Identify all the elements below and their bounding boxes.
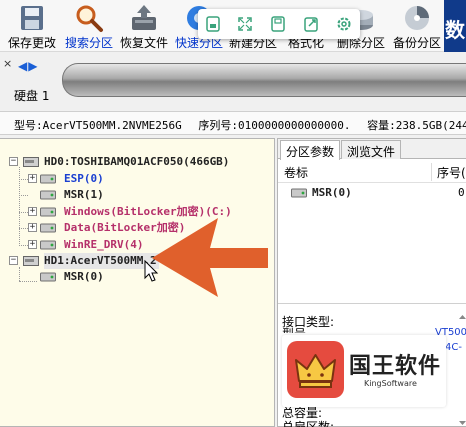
tree-partition-label: Data(BitLocker加密): [64, 221, 186, 234]
restore-files-label: 恢复文件: [119, 36, 168, 50]
crown-logo-icon: [287, 341, 344, 398]
picture-in-picture-icon[interactable]: [204, 15, 222, 33]
watermark-title: 国王软件: [349, 354, 442, 379]
search-partition-button[interactable]: 搜索分区: [60, 0, 118, 52]
tree-connector: [19, 245, 28, 246]
vertical-scrollbar[interactable]: [458, 315, 466, 425]
backup-partition-label: 备份分区: [392, 36, 441, 50]
panel-splitter[interactable]: [278, 303, 466, 304]
disk-tree-panel: − HD0:TOSHIBAMQ01ACF050(466GB) + ESP(0) …: [0, 138, 275, 427]
restore-files-button[interactable]: 恢复文件: [115, 0, 173, 52]
tree-disk-label: HD1:AcerVT500MM.2: [44, 253, 159, 269]
detail-tabs: 分区参数 浏览文件: [278, 139, 466, 160]
save-icon[interactable]: [269, 15, 287, 33]
partition-icon: [40, 207, 56, 217]
disk-model: 型号:AcerVT500MM.2NVME256G: [14, 119, 182, 132]
disk-capacity: 容量:238.5GB(244198M: [367, 119, 466, 132]
save-changes-label: 保存更改: [7, 36, 56, 50]
partition-index-cell: 0: [458, 186, 465, 199]
settings-icon[interactable]: [335, 15, 353, 33]
tab-partition-params[interactable]: 分区参数: [280, 140, 341, 160]
hard-disk-icon: [23, 256, 39, 266]
restore-icon: [132, 5, 156, 30]
brand-logo: 数: [444, 0, 466, 52]
model-label: 型号: [282, 325, 306, 333]
collapse-icon[interactable]: −: [9, 256, 18, 265]
save-changes-button[interactable]: 保存更改: [2, 0, 62, 52]
table-row[interactable]: MSR(0) 0: [278, 184, 466, 202]
disk-map-bar: × ◀▶ 硬盘 1: [0, 53, 466, 109]
column-volume-label[interactable]: 卷标: [284, 164, 308, 181]
partition-name-cell: MSR(0): [312, 186, 352, 199]
search-partition-label: 搜索分区: [64, 36, 113, 50]
share-icon[interactable]: [302, 15, 320, 33]
backup-icon: [405, 6, 429, 30]
column-index[interactable]: 序号(: [437, 164, 466, 181]
tree-connector: [19, 179, 28, 180]
partition-icon: [40, 240, 56, 250]
partition-icon: [291, 188, 307, 198]
partition-icon: [40, 174, 56, 184]
fullscreen-icon[interactable]: [236, 15, 254, 33]
tree-partition-label: ESP(0): [64, 172, 104, 185]
close-icon[interactable]: ×: [3, 57, 12, 70]
partition-icon: [40, 272, 56, 282]
partition-icon: [40, 190, 56, 200]
tree-connector: [19, 212, 28, 213]
partition-list-header: 卷标 序号(: [278, 161, 466, 183]
disk-nav-arrows[interactable]: ◀▶: [18, 59, 38, 73]
disk-info-line: 型号:AcerVT500MM.2NVME256G 序列号:01000000000…: [0, 111, 466, 135]
column-separator[interactable]: [431, 163, 432, 181]
hard-disk-icon: [23, 157, 39, 167]
tab-browse-files[interactable]: 浏览文件: [341, 140, 402, 159]
search-icon: [76, 5, 103, 32]
tree-partition-label: WinRE_DRV(4): [64, 238, 144, 251]
save-icon: [21, 6, 43, 30]
disk-serial: 序列号:0100000000000000.: [198, 119, 351, 132]
disk-partition-cylinder[interactable]: [62, 63, 466, 97]
tree-connector: [19, 228, 28, 229]
partition-icon: [40, 223, 56, 233]
collapse-icon[interactable]: −: [9, 157, 18, 166]
expand-icon[interactable]: +: [28, 207, 37, 216]
floating-toolbar: [198, 9, 360, 39]
expand-icon[interactable]: +: [28, 223, 37, 232]
kingsoftware-watermark: 国王软件 KingSoftware: [282, 335, 446, 407]
expand-icon[interactable]: +: [28, 240, 37, 249]
expand-icon[interactable]: +: [28, 174, 37, 183]
tree-partition-label: MSR(1): [64, 188, 104, 201]
tree-connector: [19, 267, 20, 281]
watermark-subtitle: KingSoftware: [364, 379, 417, 388]
backup-partition-button[interactable]: 备份分区: [390, 0, 444, 52]
total-sectors-label: 总扇区数:: [282, 420, 335, 427]
tree-connector: [19, 281, 37, 282]
tree-partition-label: MSR(0): [64, 270, 104, 283]
tree-disk-label: HD0:TOSHIBAMQ01ACF050(466GB): [44, 155, 230, 168]
tree-connector: [19, 195, 28, 196]
disk-label: 硬盘 1: [14, 89, 50, 103]
tree-partition-label: Windows(BitLocker加密)(C:): [64, 205, 232, 218]
